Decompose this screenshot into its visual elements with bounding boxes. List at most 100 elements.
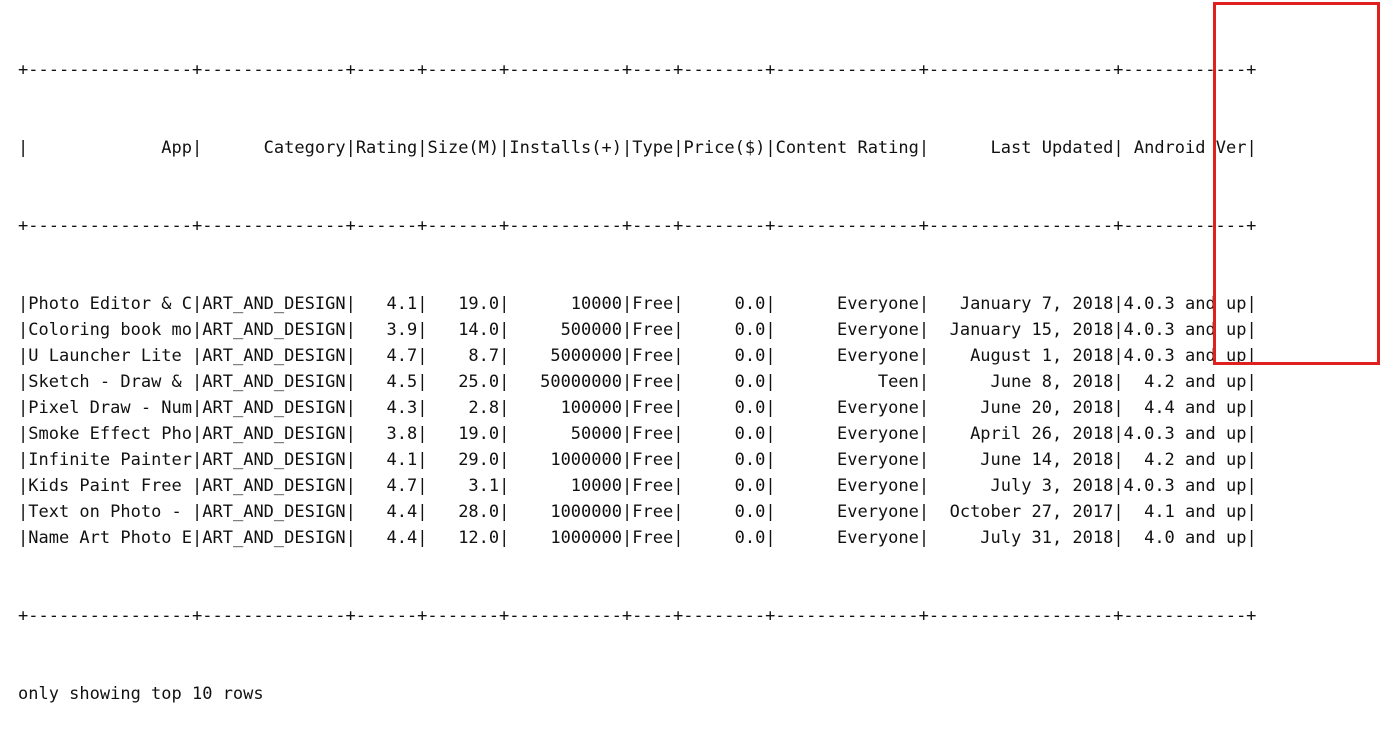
cell-app: Pixel Draw - Num [28, 398, 193, 418]
cell-separator: | [918, 476, 930, 496]
cell-content-rating: Everyone [775, 398, 919, 418]
cell-rating: 4.4 [355, 502, 418, 522]
cell-android-ver: 4.0.3 and up [1123, 424, 1247, 444]
cell-separator: | [621, 476, 633, 496]
cell-content-rating: Everyone [775, 320, 919, 340]
cell-separator: | [621, 320, 633, 340]
cell-last-updated: October 27, 2017 [929, 502, 1114, 522]
cell-separator: | [918, 138, 930, 158]
cell-price: 0.0 [683, 346, 766, 366]
cell-type: Free [632, 372, 674, 392]
cell-separator: | [345, 346, 356, 366]
cell-separator: | [192, 424, 203, 444]
cell-rating: 4.5 [355, 372, 418, 392]
cell-size-m: 3.1 [427, 476, 500, 496]
cell-separator: | [18, 346, 29, 366]
cell-rating: 4.1 [355, 450, 418, 470]
table-row: |Pixel Draw - Num|ART_AND_DESIGN| 4.3| 2… [18, 395, 1257, 421]
cell-separator: | [673, 372, 684, 392]
cell-price: 0.0 [683, 398, 766, 418]
cell-separator: | [1246, 398, 1257, 418]
cell-separator: | [499, 346, 510, 366]
cell-installs: 1000000 [509, 528, 622, 548]
cell-content-rating: Everyone [775, 424, 919, 444]
cell-installs: 10000 [509, 476, 622, 496]
cell-separator: | [765, 398, 776, 418]
cell-separator: | [918, 502, 930, 522]
cell-separator: | [417, 450, 428, 470]
cell-separator: | [621, 346, 633, 366]
cell-separator: | [417, 320, 428, 340]
cell-rating: 3.8 [355, 424, 418, 444]
cell-separator: | [345, 424, 356, 444]
cell-android-ver: 4.4 and up [1123, 398, 1247, 418]
cell-size-m: 19.0 [427, 294, 500, 314]
cell-separator: | [192, 372, 203, 392]
cell-separator: | [18, 528, 29, 548]
cell-separator: | [345, 502, 356, 522]
cell-separator: | [1246, 320, 1257, 340]
cell-price: 0.0 [683, 502, 766, 522]
cell-separator: | [192, 320, 203, 340]
cell-separator: | [621, 138, 633, 158]
cell-android-ver: 4.0.3 and up [1123, 294, 1247, 314]
cell-installs: 5000000 [509, 346, 622, 366]
cell-separator: | [417, 138, 428, 158]
cell-app: Photo Editor & C [28, 294, 193, 314]
cell-separator: | [1246, 450, 1257, 470]
cell-separator: | [673, 320, 684, 340]
cell-separator: | [621, 398, 633, 418]
cell-size-m: 28.0 [427, 502, 500, 522]
cell-app: Kids Paint Free [28, 476, 193, 496]
table-row: |Photo Editor & C|ART_AND_DESIGN| 4.1| 1… [18, 291, 1257, 317]
cell-separator: | [1246, 528, 1257, 548]
cell-content-rating: Everyone [775, 502, 919, 522]
cell-separator: | [673, 528, 684, 548]
cell-separator: | [1246, 502, 1257, 522]
cell-size-m: 29.0 [427, 450, 500, 470]
cell-separator: | [1246, 476, 1257, 496]
cell-installs: 50000 [509, 424, 622, 444]
header-cell-type: Type [632, 138, 674, 158]
cell-app: Sketch - Draw & [28, 372, 193, 392]
cell-separator: | [417, 346, 428, 366]
cell-last-updated: July 31, 2018 [929, 528, 1114, 548]
cell-type: Free [632, 398, 674, 418]
cell-separator: | [1113, 528, 1124, 548]
cell-last-updated: April 26, 2018 [929, 424, 1114, 444]
cell-rating: 4.4 [355, 528, 418, 548]
table-border-top: +----------------+--------------+------+… [18, 60, 1257, 80]
cell-android-ver: 4.2 and up [1123, 372, 1247, 392]
table-border-bottom: +----------------+--------------+------+… [18, 606, 1257, 626]
cell-separator: | [499, 372, 510, 392]
table-header-row: | App| Category|Rating|Size(M)|Installs(… [18, 135, 1257, 161]
cell-separator: | [499, 424, 510, 444]
cell-app: Name Art Photo E [28, 528, 193, 548]
cell-separator: | [417, 398, 428, 418]
table-row: |Coloring book mo|ART_AND_DESIGN| 3.9| 1… [18, 317, 1257, 343]
cell-separator: | [765, 346, 776, 366]
cell-separator: | [18, 450, 29, 470]
header-cell-price: Price($) [683, 138, 766, 158]
cell-separator: | [499, 476, 510, 496]
cell-price: 0.0 [683, 320, 766, 340]
header-cell-rating: Rating [355, 138, 418, 158]
cell-content-rating: Everyone [775, 476, 919, 496]
cell-separator: | [192, 294, 203, 314]
cell-separator: | [417, 502, 428, 522]
cell-separator: | [918, 528, 930, 548]
table-row: |Text on Photo - |ART_AND_DESIGN| 4.4| 2… [18, 499, 1257, 525]
cell-separator: | [499, 320, 510, 340]
table-row: |Infinite Painter|ART_AND_DESIGN| 4.1| 2… [18, 447, 1257, 473]
cell-separator: | [918, 398, 930, 418]
cell-separator: | [1113, 372, 1124, 392]
cell-rating: 4.1 [355, 294, 418, 314]
cell-rating: 4.7 [355, 346, 418, 366]
cell-app: Smoke Effect Pho [28, 424, 193, 444]
cell-android-ver: 4.2 and up [1123, 450, 1247, 470]
cell-rating: 3.9 [355, 320, 418, 340]
cell-separator: | [417, 424, 428, 444]
cell-size-m: 25.0 [427, 372, 500, 392]
cell-price: 0.0 [683, 450, 766, 470]
table-row: |Sketch - Draw & |ART_AND_DESIGN| 4.5| 2… [18, 369, 1257, 395]
